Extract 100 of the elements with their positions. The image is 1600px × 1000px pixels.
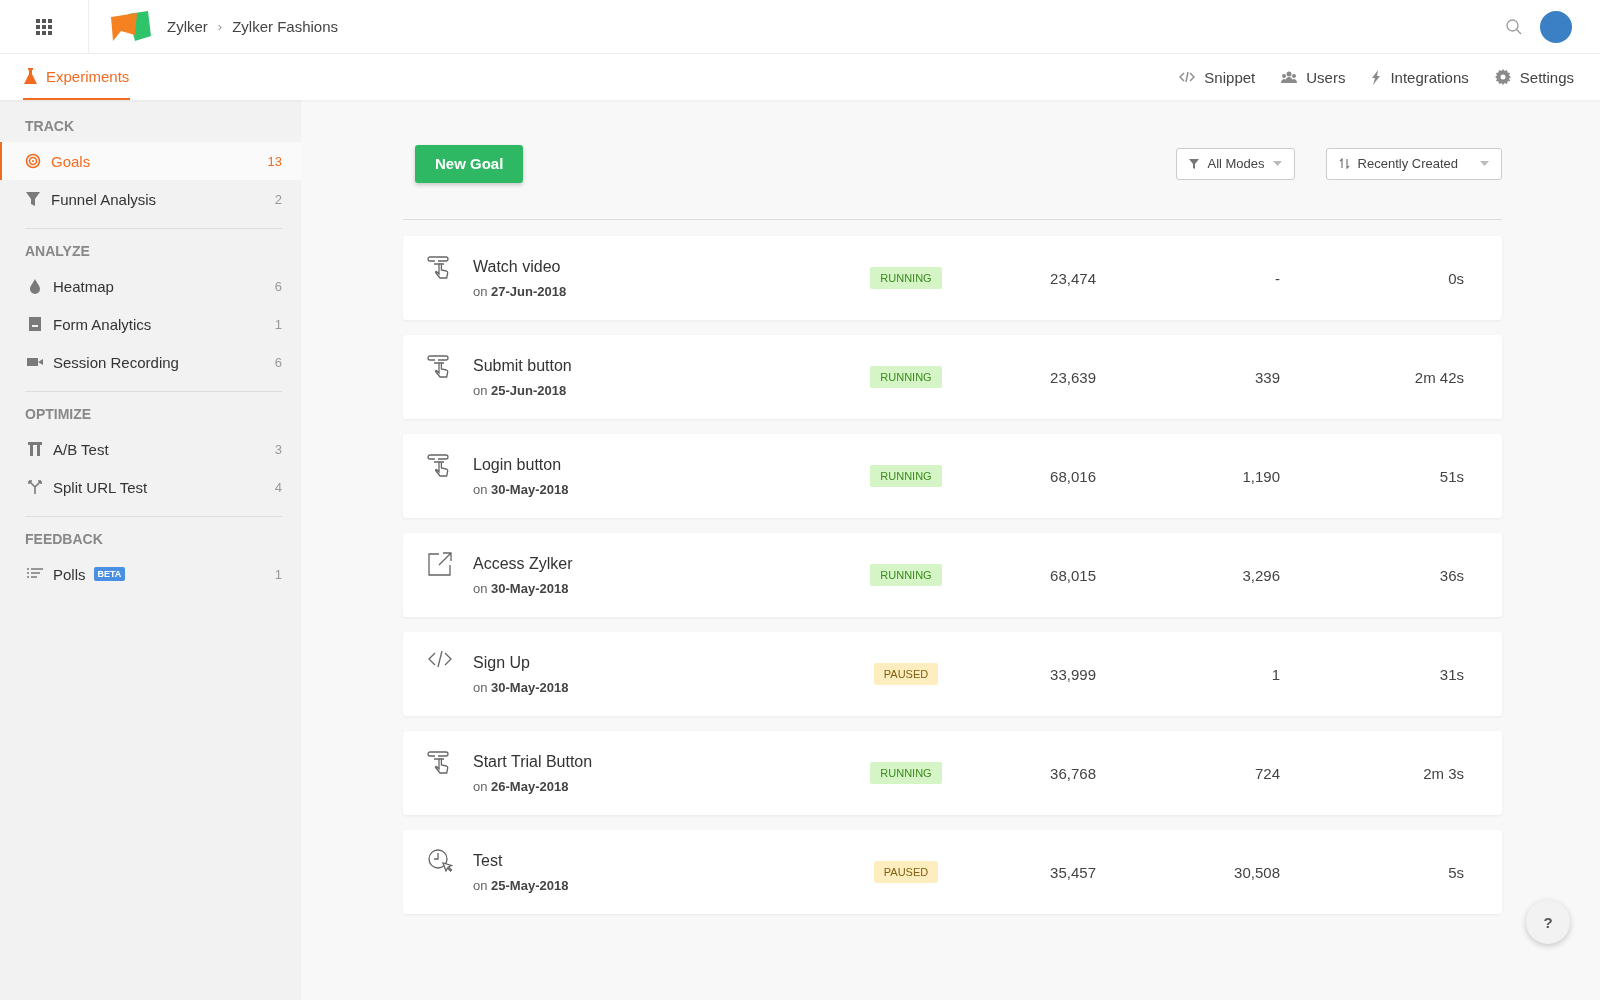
item-count: 13 xyxy=(267,153,282,169)
table-cell-text: 23,639 xyxy=(1049,368,1096,386)
table-cell-text: 1 xyxy=(1270,665,1280,683)
sort-dropdown[interactable]: Recently Created xyxy=(1325,147,1502,180)
ab-test-icon xyxy=(27,441,43,457)
table-cell-text: 36,768 xyxy=(1049,764,1096,782)
status-badge: RUNNING xyxy=(870,267,942,289)
sidebar-item[interactable]: Form Analytics 1 xyxy=(0,305,301,343)
apps-grid-icon[interactable] xyxy=(36,18,52,35)
item-count: 1 xyxy=(274,316,282,332)
item-label: Session Recording xyxy=(53,353,179,371)
settings-icon xyxy=(1494,69,1511,85)
table-cell-text: - xyxy=(1274,269,1280,287)
table-cell-text: 2m 42s xyxy=(1413,368,1464,386)
table-cell-text: 33,999 xyxy=(1049,665,1096,683)
goal-card[interactable]: Sign Up on 30-May-2018 PAUSED 33,999 1 31s xyxy=(403,632,1502,716)
status-badge: RUNNING xyxy=(870,564,942,586)
search-icon[interactable] xyxy=(1506,18,1522,35)
code-icon xyxy=(427,650,453,668)
bolt-icon xyxy=(1371,69,1382,85)
sort-icon xyxy=(1338,158,1350,169)
sidebar-item[interactable]: Split URL Test 4 xyxy=(0,468,301,506)
item-label: Split URL Test xyxy=(53,478,148,496)
form-icon xyxy=(27,316,43,332)
goal-card[interactable]: Start Trial Button on 26-May-2018 RUNNING 36,768 724 2m 3s xyxy=(403,731,1502,815)
item-count: 1 xyxy=(274,566,282,582)
item-count: 6 xyxy=(274,278,282,294)
sidebar-item[interactable]: Heatmap 6 xyxy=(0,267,301,305)
mode-filter-dropdown[interactable]: All Modes xyxy=(1176,147,1295,180)
table-cell-text: 339 xyxy=(1253,368,1280,386)
goal-date: on 30-May-2018 xyxy=(473,679,570,695)
table-cell-text: 1,190 xyxy=(1241,467,1280,485)
goal-name: Test xyxy=(473,851,504,870)
goal-card[interactable]: Test on 25-May-2018 PAUSED 35,457 30,508 5s xyxy=(403,830,1502,914)
goal-date: on 27-Jun-2018 xyxy=(473,283,568,299)
status-badge: RUNNING xyxy=(870,762,942,784)
logo-icon xyxy=(111,10,151,43)
breadcrumb-link[interactable]: Zylker Fashions xyxy=(232,18,339,35)
sidebar-item[interactable]: A/B Test 3 xyxy=(0,430,301,468)
goal-date: on 30-May-2018 xyxy=(473,481,570,497)
table-cell-text: 724 xyxy=(1253,764,1280,782)
goal-name: Start Trial Button xyxy=(473,752,594,771)
goal-card[interactable]: Watch video on 27-Jun-2018 RUNNING 23,474 - 0s xyxy=(403,236,1502,320)
drop-icon xyxy=(27,278,43,294)
item-label: Polls xyxy=(53,565,86,583)
section-heading: TRACK xyxy=(24,118,75,136)
breadcrumb-separator: › xyxy=(217,19,223,34)
beta-badge: BETA xyxy=(93,567,126,581)
users-icon xyxy=(1281,71,1298,83)
caret-icon xyxy=(1272,161,1282,166)
goal-date: on 30-May-2018 xyxy=(473,580,570,596)
table-cell-text: 23,474 xyxy=(1049,269,1096,287)
code-icon xyxy=(1179,71,1196,83)
table-cell-text: 68,016 xyxy=(1049,467,1096,485)
list-icon xyxy=(27,568,43,580)
goal-name: Sign Up xyxy=(473,653,531,672)
funnel-icon xyxy=(25,191,41,207)
table-cell-text: 36s xyxy=(1438,566,1464,584)
status-badge: PAUSED xyxy=(873,861,939,883)
goal-date: on 26-May-2018 xyxy=(473,778,570,794)
sidebar-item[interactable]: Funnel Analysis 2 xyxy=(0,180,301,218)
funnel-icon xyxy=(1189,158,1200,169)
table-cell-text: 3,296 xyxy=(1241,566,1280,584)
item-count: 4 xyxy=(274,479,282,495)
goal-card[interactable]: Submit button on 25-Jun-2018 RUNNING 23,639 339 2m 42s xyxy=(403,335,1502,419)
table-cell-text: 0s xyxy=(1447,269,1464,287)
nav-link[interactable]: Integrations xyxy=(1390,68,1469,86)
nav-link[interactable]: Snippet xyxy=(1204,68,1256,86)
clock-icon xyxy=(427,848,453,874)
item-label: A/B Test xyxy=(53,440,109,458)
goal-name: Watch video xyxy=(473,257,562,276)
breadcrumb-link[interactable]: Zylker xyxy=(167,18,208,35)
item-count: 3 xyxy=(274,441,282,457)
help-button[interactable]: ? xyxy=(1526,900,1570,944)
flask-icon xyxy=(24,68,37,84)
sidebar-item[interactable]: Session Recording 6 xyxy=(0,343,301,381)
caret-icon xyxy=(1480,161,1489,166)
item-label: Heatmap xyxy=(53,277,114,295)
goal-date: on 25-May-2018 xyxy=(473,877,570,893)
goal-card[interactable]: Login button on 30-May-2018 RUNNING 68,016 1,190 51s xyxy=(403,434,1502,518)
external-link-icon xyxy=(427,551,453,577)
item-count: 2 xyxy=(274,191,282,207)
table-cell-text: 68,015 xyxy=(1049,566,1096,584)
status-badge: RUNNING xyxy=(870,366,942,388)
nav-link[interactable]: Users xyxy=(1306,68,1346,86)
item-label: Goals xyxy=(51,152,91,170)
section-heading: OPTIMIZE xyxy=(25,406,93,424)
sidebar-item[interactable]: Polls BETA 1 xyxy=(0,555,301,593)
table-cell-text: 30,508 xyxy=(1233,863,1280,881)
goal-name: Login button xyxy=(473,455,563,474)
target-icon xyxy=(25,153,41,169)
nav-link[interactable]: Settings xyxy=(1519,68,1574,86)
goal-name: Submit button xyxy=(473,356,573,375)
goal-name: Access Zylker xyxy=(473,554,574,573)
table-cell-text: 2m 3s xyxy=(1422,764,1464,782)
user-avatar[interactable] xyxy=(1540,10,1572,43)
section-heading: ANALYZE xyxy=(25,243,91,261)
goal-card[interactable]: Access Zylker on 30-May-2018 RUNNING 68,015 3,296 36s xyxy=(403,533,1502,617)
status-badge: PAUSED xyxy=(873,663,939,685)
split-icon xyxy=(27,479,43,495)
